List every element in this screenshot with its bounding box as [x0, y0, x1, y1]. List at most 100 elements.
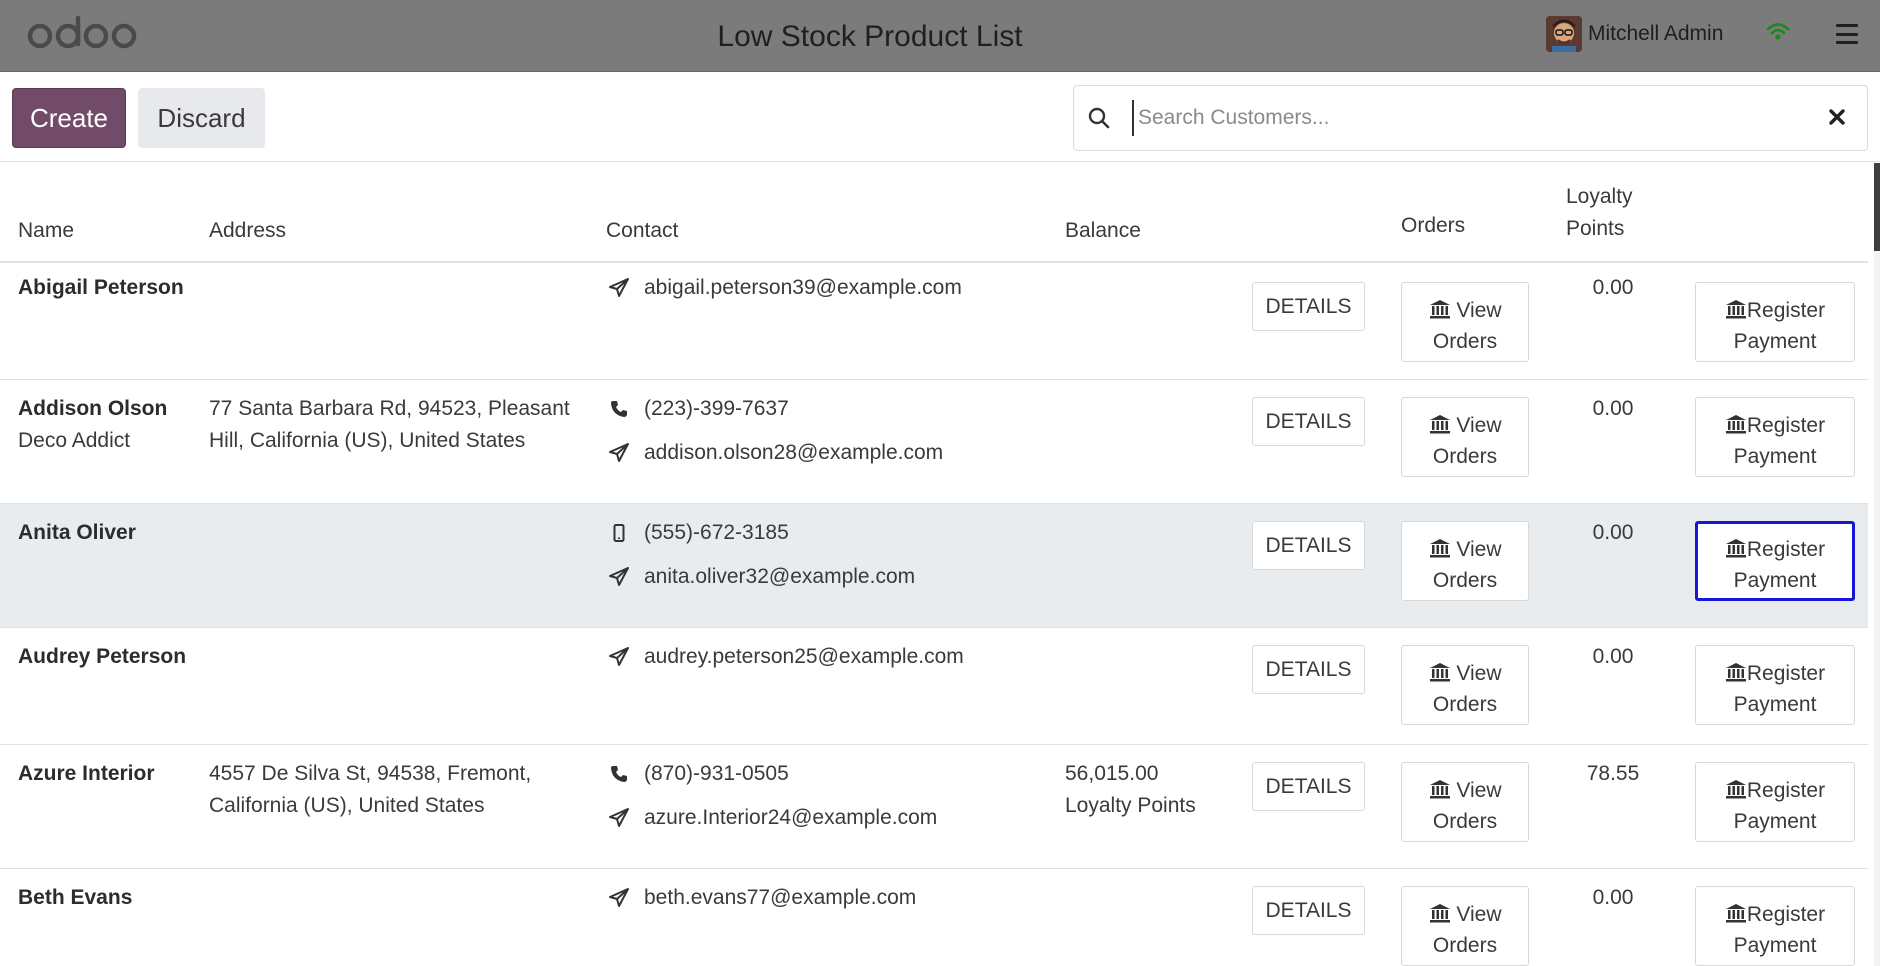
contact-cell: (555)-672-3185 anita.oliver32@example.co…	[606, 517, 915, 593]
table-header: Name Address Contact Balance Orders Loya…	[0, 163, 1868, 263]
details-button[interactable]: DETAILS	[1252, 282, 1365, 331]
view-orders-button[interactable]: View Orders	[1401, 886, 1529, 966]
header-balance: Balance	[1065, 219, 1141, 242]
details-button[interactable]: DETAILS	[1252, 397, 1365, 446]
bank-icon	[1429, 663, 1450, 682]
wifi-icon	[1766, 23, 1790, 40]
discard-button[interactable]: Discard	[138, 88, 265, 148]
contact-cell: beth.evans77@example.com	[606, 882, 916, 914]
details-button[interactable]: DETAILS	[1252, 762, 1365, 811]
customer-address: 4557 De Silva St, 94538, Fremont, Califo…	[209, 762, 532, 817]
loyalty-points: 0.00	[1592, 645, 1634, 668]
header-loyalty-points: Loyalty Points	[1566, 185, 1633, 240]
table-row[interactable]: Abigail Peterson abigail.peterson39@exam…	[0, 263, 1868, 380]
search-bar	[1073, 85, 1868, 151]
bank-icon	[1725, 300, 1746, 319]
register-payment-label: Register Payment	[1733, 903, 1826, 957]
register-payment-button[interactable]: Register Payment	[1695, 645, 1855, 725]
phone-icon	[606, 400, 632, 418]
bank-icon	[1429, 904, 1450, 923]
header-contact: Contact	[606, 219, 679, 242]
table-row[interactable]: Anita Oliver (555)-672-3185 anita.oliver…	[0, 504, 1868, 628]
paper-plane-icon	[606, 888, 632, 908]
customer-address: 77 Santa Barbara Rd, 94523, Pleasant Hil…	[209, 397, 570, 452]
register-payment-button[interactable]: Register Payment	[1695, 397, 1855, 477]
control-panel: Create Discard	[0, 72, 1880, 162]
contact-cell: audrey.peterson25@example.com	[606, 641, 964, 673]
register-payment-button[interactable]: Register Payment	[1695, 886, 1855, 966]
register-payment-button[interactable]: Register Payment	[1695, 282, 1855, 362]
details-button[interactable]: DETAILS	[1252, 645, 1365, 694]
bank-icon	[1429, 300, 1450, 319]
customer-name: Abigail Peterson	[18, 276, 184, 299]
table-row[interactable]: Addison Olson Deco Addict 77 Santa Barba…	[0, 380, 1868, 504]
register-payment-label: Register Payment	[1733, 662, 1826, 716]
table-row[interactable]: Beth Evans beth.evans77@example.com DETA…	[0, 869, 1868, 966]
view-orders-button[interactable]: View Orders	[1401, 521, 1529, 601]
customer-phone: (870)-931-0505	[644, 762, 789, 785]
register-payment-label: Register Payment	[1733, 538, 1826, 592]
bank-icon	[1429, 539, 1450, 558]
view-orders-button[interactable]: View Orders	[1401, 282, 1529, 362]
customer-company: Deco Addict	[18, 429, 131, 452]
loyalty-points: 78.55	[1586, 762, 1640, 785]
paper-plane-icon	[606, 647, 632, 667]
mobile-icon	[606, 524, 632, 542]
paper-plane-icon	[606, 278, 632, 298]
loyalty-points: 0.00	[1592, 886, 1634, 909]
user-menu[interactable]: Mitchell Admin	[1546, 16, 1723, 52]
customer-email: azure.Interior24@example.com	[644, 806, 938, 829]
customer-name: Azure Interior	[18, 762, 155, 785]
scrollbar-track[interactable]	[1874, 163, 1880, 966]
scrollbar-thumb[interactable]	[1874, 163, 1880, 251]
details-button[interactable]: DETAILS	[1252, 521, 1365, 570]
customer-mobile: (555)-672-3185	[644, 521, 789, 544]
top-navbar: Low Stock Product List Mitchell Admin	[0, 0, 1880, 72]
contact-cell: (223)-399-7637 addison.olson28@example.c…	[606, 393, 943, 469]
register-payment-button[interactable]: Register Payment	[1695, 762, 1855, 842]
menu-icon[interactable]	[1836, 24, 1858, 44]
balance-cell: 56,015.00 Loyalty Points	[1065, 758, 1196, 822]
phone-icon	[606, 765, 632, 783]
close-icon[interactable]	[1828, 108, 1846, 126]
customer-email: anita.oliver32@example.com	[644, 565, 916, 588]
table-row[interactable]: Azure Interior 4557 De Silva St, 94538, …	[0, 745, 1868, 869]
details-button[interactable]: DETAILS	[1252, 886, 1365, 935]
customer-name: Anita Oliver	[18, 521, 136, 544]
contact-cell: abigail.peterson39@example.com	[606, 272, 962, 304]
header-orders: Orders	[1401, 214, 1466, 237]
customer-list: Name Address Contact Balance Orders Loya…	[0, 163, 1868, 966]
page-title: Low Stock Product List	[717, 20, 1023, 53]
customer-name: Addison Olson	[18, 397, 168, 420]
loyalty-points: 0.00	[1592, 397, 1634, 420]
bank-icon	[1725, 539, 1746, 558]
customer-email: beth.evans77@example.com	[644, 886, 917, 909]
loyalty-points: 0.00	[1592, 276, 1634, 299]
create-button[interactable]: Create	[12, 88, 126, 148]
customer-email: addison.olson28@example.com	[644, 441, 944, 464]
bank-icon	[1725, 904, 1746, 923]
view-orders-button[interactable]: View Orders	[1401, 762, 1529, 842]
contact-cell: (870)-931-0505 azure.Interior24@example.…	[606, 758, 937, 834]
customer-email: abigail.peterson39@example.com	[644, 276, 962, 299]
customer-name: Audrey Peterson	[18, 645, 187, 668]
bank-icon	[1429, 780, 1450, 799]
customer-balance: 56,015.00	[1065, 762, 1159, 785]
name-cell: Addison Olson Deco Addict	[18, 393, 167, 457]
customer-name: Beth Evans	[18, 886, 133, 909]
paper-plane-icon	[606, 808, 632, 828]
view-orders-button[interactable]: View Orders	[1401, 397, 1529, 477]
view-orders-button[interactable]: View Orders	[1401, 645, 1529, 725]
search-input[interactable]	[1132, 100, 1792, 136]
bank-icon	[1429, 415, 1450, 434]
table-row[interactable]: Audrey Peterson audrey.peterson25@exampl…	[0, 628, 1868, 745]
register-payment-button[interactable]: Register Payment	[1695, 521, 1855, 601]
customer-phone: (223)-399-7637	[644, 397, 789, 420]
user-name: Mitchell Admin	[1588, 22, 1724, 45]
bank-icon	[1725, 415, 1746, 434]
search-icon	[1088, 107, 1110, 129]
paper-plane-icon	[606, 443, 632, 463]
bank-icon	[1725, 663, 1746, 682]
bank-icon	[1725, 780, 1746, 799]
register-payment-label: Register Payment	[1733, 779, 1826, 833]
